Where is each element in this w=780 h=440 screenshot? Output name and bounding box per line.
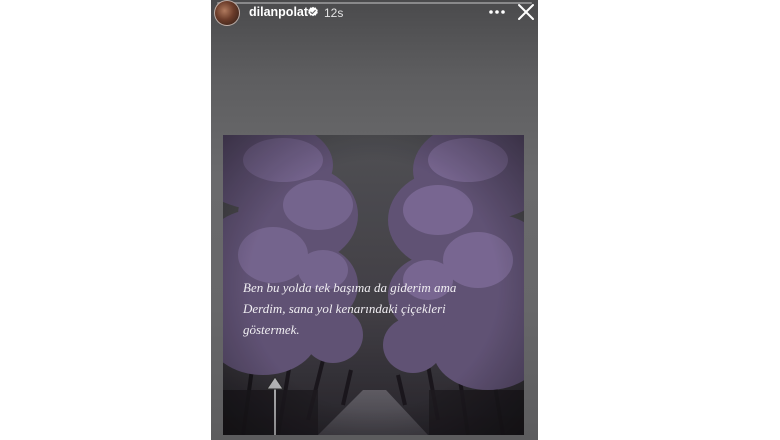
story-viewer[interactable]: dilanpolat 12s Ben bu yolda tek başıma d…: [211, 0, 538, 440]
quote-line: göstermek.: [243, 322, 300, 337]
avatar[interactable]: [214, 0, 240, 26]
username[interactable]: dilanpolat: [249, 5, 308, 19]
story-header: dilanpolat 12s: [211, 0, 538, 26]
story-post-image: Ben bu yolda tek başıma da giderim ama D…: [223, 135, 524, 435]
quote-line: Ben bu yolda tek başıma da giderim ama: [243, 280, 457, 295]
verified-badge-icon: [308, 6, 318, 17]
story-quote-text: Ben bu yolda tek başıma da giderim ama D…: [243, 277, 515, 340]
more-options-icon[interactable]: [487, 2, 507, 22]
close-icon[interactable]: [517, 3, 535, 21]
quote-line: Derdim, sana yol kenarındaki çiçekleri: [243, 301, 446, 316]
story-timestamp: 12s: [324, 6, 344, 20]
